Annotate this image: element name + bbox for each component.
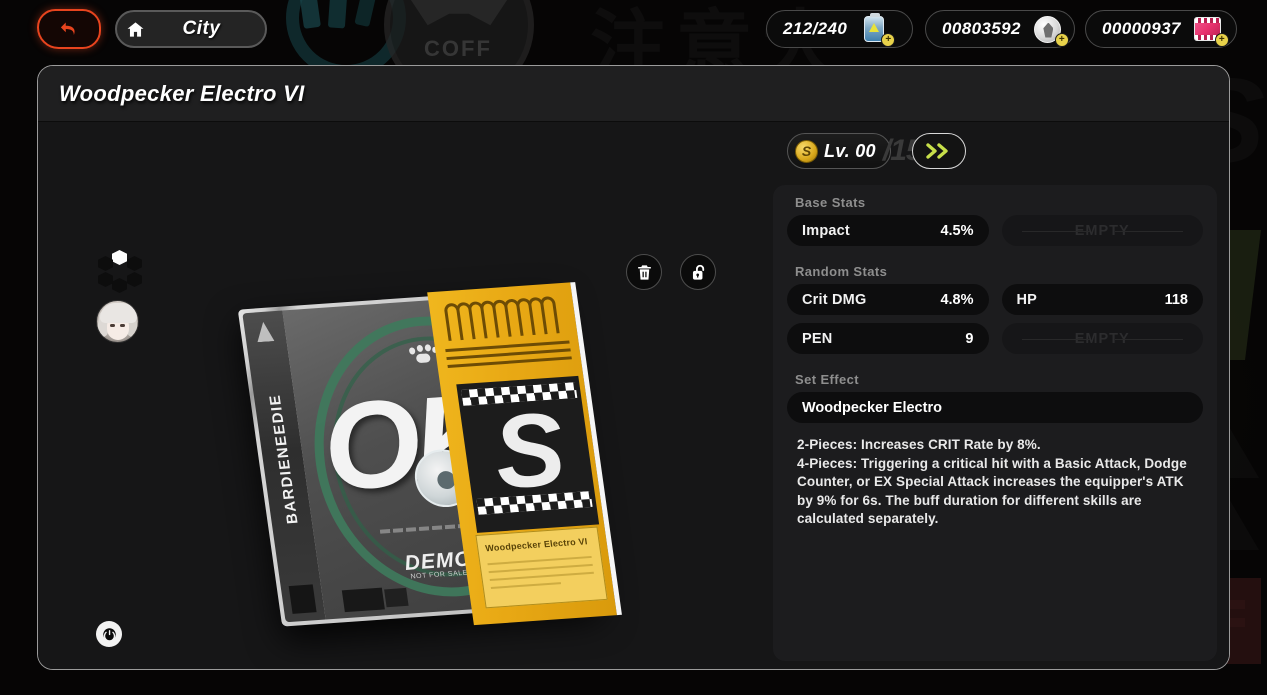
home-icon	[127, 21, 143, 37]
stat-name: HP	[1016, 291, 1038, 308]
lock-button[interactable]	[680, 254, 716, 290]
stat-value: 118	[1164, 291, 1188, 308]
stat-name: Crit DMG	[802, 291, 867, 308]
base-stats-grid: Impact 4.5% EMPTY	[787, 215, 1203, 254]
currency-film-value: 00000937	[1102, 19, 1181, 38]
random-stats-grid: Crit DMG 4.8% PEN 9 HP 118 EMPTY	[787, 284, 1203, 362]
stat-value: 4.5%	[940, 222, 974, 239]
random-stats-header: Random Stats	[795, 264, 888, 279]
panel-body: BARDIENEEDIE OKS DEMO NOT FOR SALE	[38, 122, 1229, 669]
set-effect-4pc: 4-Pieces: Triggering a critical hit with…	[797, 455, 1187, 527]
stat-row-pen[interactable]: PEN 9	[787, 323, 989, 354]
stat-row-empty[interactable]: EMPTY	[1001, 323, 1203, 354]
upgrade-button[interactable]	[911, 133, 966, 169]
battery-plus-badge[interactable]: +	[881, 33, 896, 47]
currency-battery[interactable]: 212/240 +	[766, 10, 913, 48]
sleeve-sticker: S	[456, 375, 600, 533]
sleeve-wave-pattern	[441, 293, 567, 343]
slot-hex-1[interactable]	[112, 250, 127, 265]
page-title: Woodpecker Electro VI	[59, 80, 305, 106]
stat-value: 4.8%	[940, 291, 974, 308]
stat-value: 9	[965, 330, 974, 347]
home-icon-wrap	[118, 12, 152, 46]
stat-row-hp[interactable]: HP 118	[1001, 284, 1203, 315]
film-icon-wrap: +	[1191, 12, 1229, 47]
home-label: City	[182, 18, 221, 39]
drive-disc-detail-panel: Woodpecker Electro VI BARDIENEEDIE DEMO …	[37, 65, 1230, 670]
set-effect-description: 2-Pieces: Increases CRIT Rate by 8%. 4-P…	[787, 436, 1203, 529]
stat-name: PEN	[802, 330, 833, 347]
empty-label: EMPTY	[1074, 330, 1130, 347]
panel-title-bar: Woodpecker Electro VI	[38, 66, 1229, 122]
battery-icon-wrap: +	[857, 12, 896, 47]
power-button[interactable]	[96, 621, 122, 647]
slot-hex-2[interactable]	[127, 256, 142, 271]
currency-denny-value: 00803592	[942, 19, 1021, 38]
stats-panel: S Lv. 00 /15 Base Stats Impact 4.5% EMPT…	[773, 133, 1217, 661]
home-breadcrumb[interactable]: City	[115, 10, 267, 48]
currency-battery-value: 212/240	[783, 19, 848, 38]
denny-icon-wrap: +	[1031, 12, 1069, 47]
denny-plus-badge[interactable]: +	[1054, 33, 1069, 47]
drive-disc-artwork: BARDIENEEDIE OKS DEMO NOT FOR SALE	[218, 267, 658, 647]
level-pill: S Lv. 00	[787, 133, 891, 169]
base-stats-header: Base Stats	[795, 195, 866, 210]
slot-hex-3[interactable]	[127, 272, 142, 287]
film-plus-badge[interactable]: +	[1214, 33, 1229, 47]
sleeve-label: Woodpecker Electro VI	[475, 526, 608, 609]
back-button[interactable]	[37, 9, 101, 49]
sleeve-label-text: Woodpecker Electro VI	[484, 536, 589, 554]
set-effect-2pc: 2-Pieces: Increases CRIT Rate by 8%.	[797, 437, 1041, 452]
slot-hex-6[interactable]	[98, 256, 113, 271]
top-bar: City 212/240 + 00803592 + 00000937 +	[0, 0, 1267, 56]
stat-row-crit-dmg[interactable]: Crit DMG 4.8%	[787, 284, 989, 315]
set-name-bar[interactable]: Woodpecker Electro	[787, 392, 1203, 423]
sleeve-letter: S	[486, 391, 573, 512]
level-row: S Lv. 00 /15	[787, 133, 966, 169]
stat-row-impact[interactable]: Impact 4.5%	[787, 215, 989, 246]
rank-badge: S	[795, 139, 818, 163]
slot-hex-4[interactable]	[112, 278, 127, 293]
currency-denny[interactable]: 00803592 +	[925, 10, 1075, 48]
set-effect-header: Set Effect	[795, 372, 859, 387]
back-arrow-icon	[60, 22, 75, 35]
double-chevron-right-icon	[925, 143, 948, 159]
stat-name: Impact	[802, 222, 850, 239]
slot-hex-5[interactable]	[98, 272, 113, 287]
empty-label: EMPTY	[1074, 222, 1130, 239]
set-name: Woodpecker Electro	[802, 399, 942, 416]
game-screen: COFF 注意大 S HELL RIDE 新 团 City	[0, 0, 1267, 695]
level-label: Lv. 00	[824, 140, 876, 161]
power-icon	[102, 627, 116, 642]
avatar[interactable]	[96, 300, 139, 343]
unlock-icon	[692, 264, 704, 280]
stat-row-empty[interactable]: EMPTY	[1001, 215, 1203, 246]
slot-indicator[interactable]	[98, 250, 144, 294]
currency-film[interactable]: 00000937 +	[1085, 10, 1237, 48]
